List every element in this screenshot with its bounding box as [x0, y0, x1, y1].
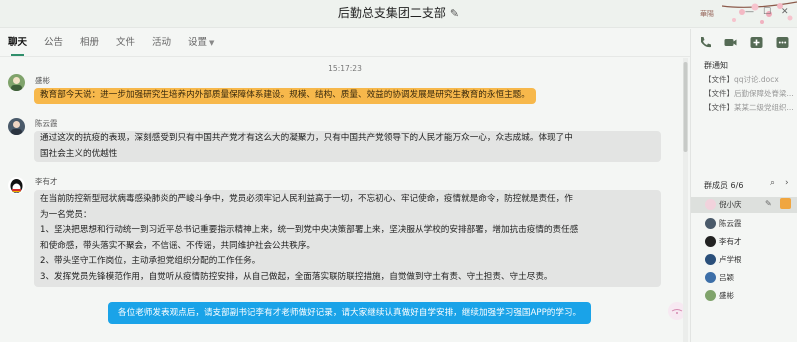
tab-files[interactable]: 文件: [116, 37, 135, 49]
member-name: 吕颖: [719, 273, 734, 282]
message-text: 3、发挥党员先锋模范作用，自觉听从疫情防控安排，从自己做起，全面落实联防联控措施…: [40, 271, 553, 282]
member-name: 倪小庆: [719, 200, 742, 209]
message-bubble[interactable]: 通过这次的抗疫的表现，深刻感受到只有中国共产党才有这么大的凝聚力，只有中国共产党…: [34, 131, 661, 162]
message-text: 为一名党员：: [40, 209, 92, 220]
message-text: 通过这次的抗疫的表现，深刻感受到只有中国共产党才有这么大的凝聚力，只有中国共产党…: [40, 133, 573, 143]
chat-window: 后勤总支集团二支部 ✎ 華陽 — ☐ ✕ 聊天 公告 相册 文件 活动 设置 ▼ 1…: [0, 0, 797, 342]
message-text: 在当前防控新型冠状病毒感染肺炎的严峻斗争中，党员必须牢记人民利益高于一切，不忘初…: [40, 194, 573, 204]
close-icon[interactable]: ✕: [781, 7, 789, 17]
sender-name: 李有才: [35, 177, 58, 186]
avatar[interactable]: [8, 177, 25, 194]
tab-album[interactable]: 相册: [80, 37, 99, 49]
member-avatar: [705, 290, 716, 301]
tab-chat[interactable]: 聊天: [8, 37, 27, 56]
add-member-icon[interactable]: [749, 35, 764, 50]
edit-pencil-icon[interactable]: ✎: [450, 7, 459, 20]
message-text: 国社会主义的优越性: [40, 148, 118, 159]
member-avatar: [705, 218, 716, 229]
notice-item[interactable]: 【文件】qq讨论.docx: [704, 74, 794, 85]
notice-tag: 【文件】: [704, 89, 734, 98]
member-item[interactable]: 倪小庆 ✎: [691, 197, 797, 213]
sender-name: 盛彬: [35, 76, 50, 85]
sender-name: 陈云霞: [35, 119, 58, 128]
tab-settings-label: 设置: [188, 37, 208, 48]
edit-card-icon[interactable]: ✎: [765, 199, 772, 208]
member-name: 卢学根: [719, 255, 742, 264]
maximize-icon[interactable]: ☐: [763, 7, 771, 17]
avatar[interactable]: [8, 118, 25, 135]
message-area[interactable]: 15:17:23 盛彬 教育部今天说：进一步加强研究生培养内外部质量保障体系建设…: [0, 58, 690, 342]
member-name: 李有才: [719, 237, 742, 246]
message-bubble[interactable]: 教育部今天说：进一步加强研究生培养内外部质量保障体系建设。规模、结构、质量、效益…: [34, 88, 536, 104]
more-options-icon[interactable]: [775, 35, 790, 50]
right-sidebar: 群通知 【文件】qq讨论.docx 【文件】后勤保障处脊梁... 【文件】某某二…: [690, 29, 797, 342]
member-name: 陈云霞: [719, 219, 742, 228]
member-avatar: [705, 199, 716, 210]
notice-item[interactable]: 【文件】后勤保障处脊梁...: [704, 88, 794, 99]
message-text: 教育部今天说：进一步加强研究生培养内外部质量保障体系建设。规模、结构、质量、效益…: [40, 90, 530, 100]
notice-tag: 【文件】: [704, 103, 734, 112]
tab-announcements[interactable]: 公告: [44, 37, 63, 49]
notice-item[interactable]: 【文件】某某二级党组织...: [704, 102, 794, 113]
message-bubble[interactable]: 各位老师发表观点后，请支部副书记李有才老师做好记录，请大家继续认真做好自学安排，…: [108, 302, 592, 324]
owner-badge-icon: [780, 198, 791, 209]
member-avatar: [705, 272, 716, 283]
group-name[interactable]: 后勤总支集团二支部: [338, 6, 446, 20]
message-scrollbar[interactable]: [683, 58, 688, 342]
current-user-name[interactable]: 華陽: [700, 9, 714, 19]
message-text: 和使命感，带头落实不聚会，不信谣、不传谣，共同维护社会公共秩序。: [40, 240, 316, 251]
sidebar-toolbar: [691, 29, 797, 57]
message-timestamp: 15:17:23: [328, 64, 362, 73]
avatar[interactable]: [8, 74, 25, 91]
member-item[interactable]: 李有才: [691, 234, 797, 250]
tab-activities[interactable]: 活动: [152, 37, 171, 49]
message-text: 1、坚决把思想和行动统一到习近平总书记重要指示精神上来，统一到党中央决策部署上来…: [40, 225, 579, 235]
notice-text: qq讨论.docx: [734, 75, 779, 84]
chevron-right-icon[interactable]: ›: [785, 178, 789, 188]
member-name: 盛彬: [719, 291, 734, 300]
chevron-down-icon: ▼: [209, 39, 215, 47]
member-item[interactable]: 吕颖: [691, 270, 797, 286]
tab-bar: 聊天 公告 相册 文件 活动 设置 ▼: [0, 29, 690, 57]
search-icon[interactable]: ⌕: [770, 178, 775, 188]
member-item[interactable]: 盛彬: [691, 288, 797, 304]
tab-settings[interactable]: 设置 ▼: [188, 37, 214, 49]
member-item[interactable]: 陈云霞: [691, 216, 797, 232]
notice-text: 某某二级党组织...: [734, 103, 794, 112]
member-avatar: [705, 236, 716, 247]
minimize-icon[interactable]: —: [745, 7, 754, 17]
message-text: 各位老师发表观点后，请支部副书记李有才老师做好记录，请大家继续认真做好自学安排，…: [118, 308, 582, 318]
notice-tag: 【文件】: [704, 75, 734, 84]
group-members-title: 群成员 6/6: [704, 181, 744, 190]
member-item[interactable]: 卢学根: [691, 252, 797, 268]
title-bar: 后勤总支集团二支部 ✎ 華陽 — ☐ ✕: [0, 0, 797, 28]
notice-text: 后勤保障处脊梁...: [734, 89, 794, 98]
phone-icon[interactable]: [698, 35, 713, 50]
message-bubble[interactable]: 在当前防控新型冠状病毒感染肺炎的严峻斗争中，党员必须牢记人民利益高于一切，不忘初…: [34, 190, 661, 287]
group-notice-title: 群通知: [704, 61, 728, 70]
member-avatar: [705, 254, 716, 265]
message-text: 2、带头坚守工作岗位，主动承担党组织分配的工作任务。: [40, 256, 261, 266]
video-call-icon[interactable]: [723, 35, 738, 50]
window-title: 后勤总支集团二支部 ✎: [0, 0, 797, 27]
